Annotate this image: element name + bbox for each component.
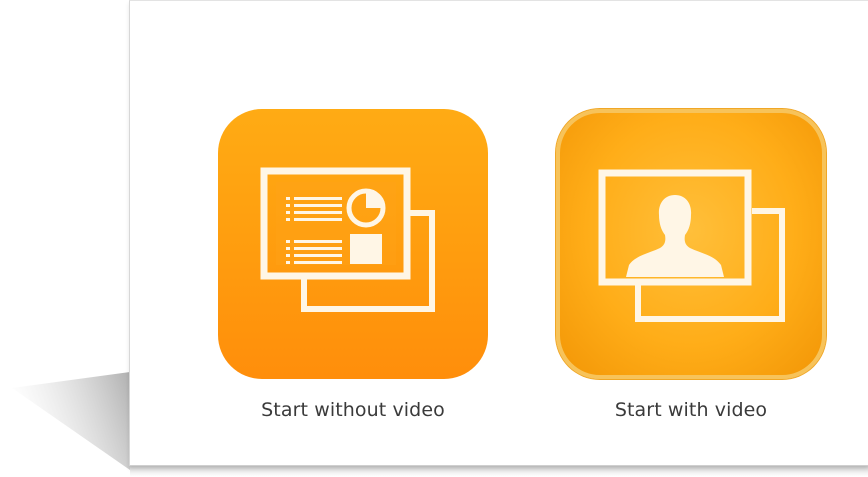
screenshot-stage: Start without video Start with video (0, 0, 868, 477)
start-with-video-label: Start with video (614, 399, 768, 421)
start-without-video-label: Start without video (261, 399, 445, 421)
video-person-icon (598, 169, 785, 322)
start-without-video-button[interactable] (218, 109, 488, 379)
presentation-screen-icon (260, 167, 435, 312)
start-with-video-option[interactable]: Start with video (556, 109, 836, 421)
start-without-video-option[interactable]: Start without video (218, 109, 498, 421)
start-with-video-button[interactable] (556, 109, 826, 379)
